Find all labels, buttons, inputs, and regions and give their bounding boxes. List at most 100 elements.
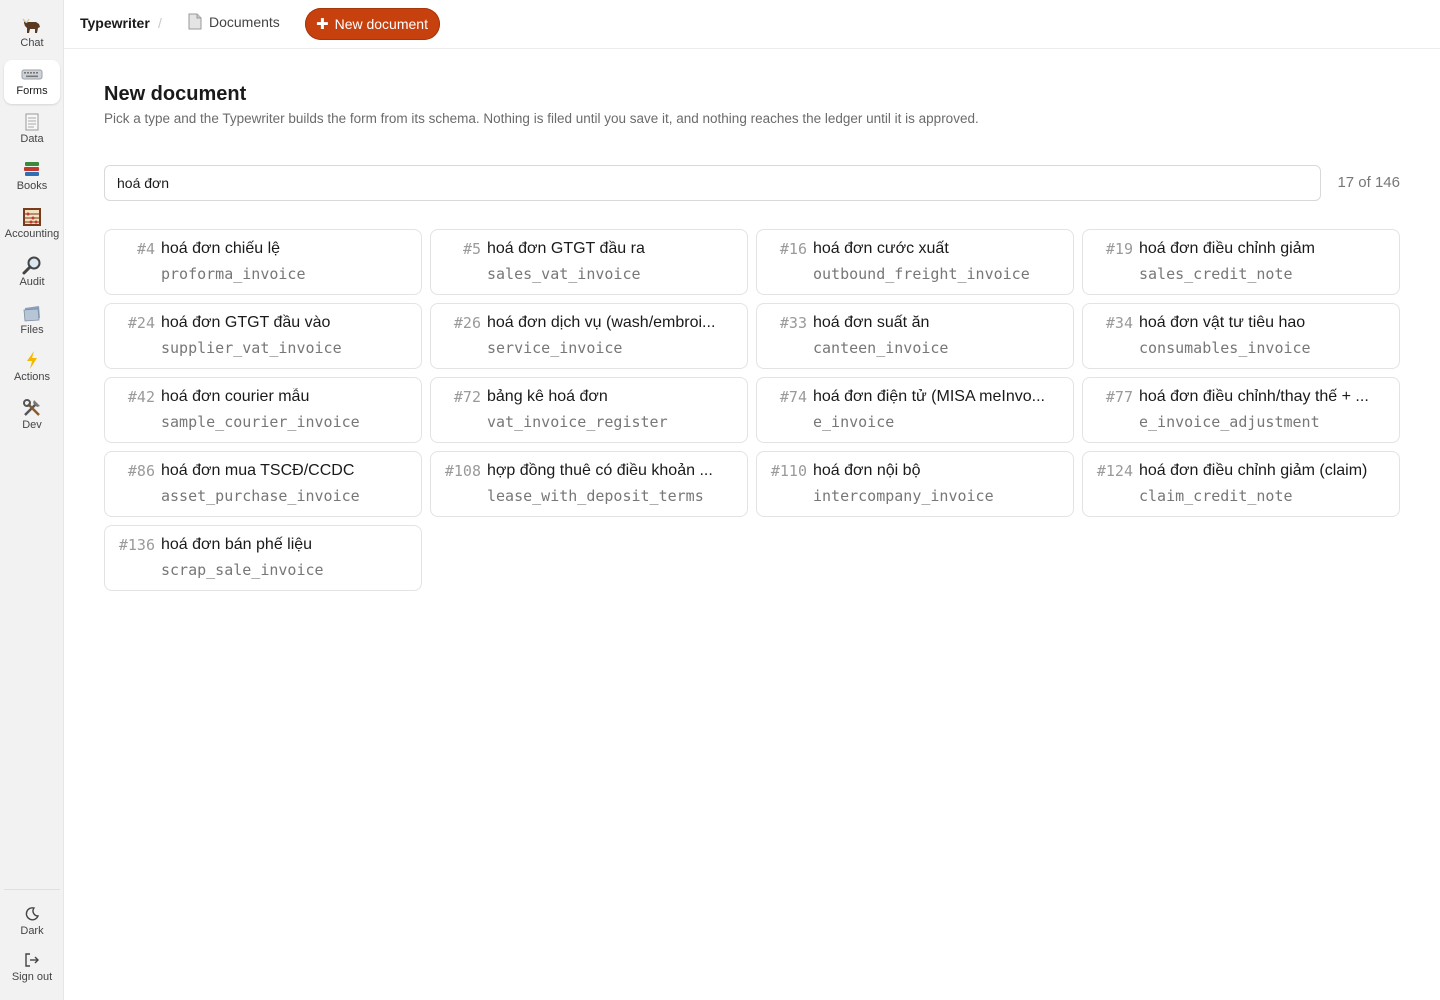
moon-icon: [24, 904, 40, 924]
books-icon: [23, 159, 41, 179]
card-title: hoá đơn mua TSCĐ/CCDC: [161, 462, 355, 479]
card-title: hoá đơn dịch vụ (wash/embroi...: [487, 314, 716, 331]
card-number: #74: [779, 388, 807, 406]
card-schema-key: claim_credit_note: [1139, 487, 1293, 505]
document-type-card[interactable]: #19 hoá đơn điều chỉnh giảm sales_credit_n…: [1082, 229, 1400, 295]
card-title: hoá đơn điều chỉnh giảm (claim): [1139, 462, 1368, 479]
sidebar-item-label: Forms: [16, 85, 48, 97]
card-schema-key: consumables_invoice: [1139, 339, 1311, 357]
document-type-card[interactable]: #136 hoá đơn bán phế liệu scrap_sale_invoi…: [104, 525, 422, 591]
page-title: New document: [104, 83, 247, 105]
sidebar: Chat Forms Data Books Accounting Audit F…: [0, 0, 64, 1000]
sidebar-divider: [4, 889, 60, 890]
breadcrumb-separator: /: [158, 15, 162, 31]
sidebar-item-books[interactable]: Books: [4, 155, 60, 199]
card-number: #24: [127, 314, 155, 332]
breadcrumb-documents[interactable]: Documents: [188, 13, 280, 30]
sidebar-item-label: Dark: [20, 925, 44, 937]
document-type-card[interactable]: #74 hoá đơn điện tử (MISA meInvo... e_invo…: [756, 377, 1074, 443]
search-input[interactable]: [104, 165, 1321, 201]
folder-icon: [22, 303, 42, 323]
sign-out-button[interactable]: Sign out: [4, 946, 60, 990]
result-count: 17 of 146: [1337, 174, 1400, 191]
sidebar-item-label: Books: [16, 180, 48, 192]
sign-out-icon: [24, 950, 40, 970]
sidebar-item-forms[interactable]: Forms: [4, 60, 60, 104]
card-title: hoá đơn điện tử (MISA meInvo...: [813, 388, 1045, 405]
document-type-card[interactable]: #77 hoá đơn điều chỉnh/thay thế + ... e_in…: [1082, 377, 1400, 443]
lightning-icon: [24, 350, 40, 370]
tools-icon: [22, 398, 42, 418]
sidebar-item-label: Data: [20, 133, 44, 145]
ox-icon: [22, 16, 42, 36]
sidebar-item-label: Sign out: [11, 971, 53, 983]
card-schema-key: lease_with_deposit_terms: [487, 487, 704, 505]
document-type-card[interactable]: #34 hoá đơn vật tư tiêu hao consumables_in…: [1082, 303, 1400, 369]
card-number: #42: [127, 388, 155, 406]
card-title: hợp đồng thuê có điều khoản ...: [487, 462, 713, 479]
document-type-card[interactable]: #26 hoá đơn dịch vụ (wash/embroi... servic…: [430, 303, 748, 369]
card-number: #26: [453, 314, 481, 332]
sidebar-item-audit[interactable]: Audit: [4, 251, 60, 295]
card-number: #72: [453, 388, 481, 406]
sidebar-item-dev[interactable]: Dev: [4, 394, 60, 438]
document-type-card[interactable]: #86 hoá đơn mua TSCĐ/CCDC asset_purchase_i…: [104, 451, 422, 517]
card-number: #136: [118, 536, 155, 554]
sidebar-item-files[interactable]: Files: [4, 299, 60, 343]
document-type-card[interactable]: #24 hoá đơn GTGT đầu vào supplier_vat_invo…: [104, 303, 422, 369]
document-type-card[interactable]: #33 hoá đơn suất ăn canteen_invoice: [756, 303, 1074, 369]
card-title: hoá đơn vật tư tiêu hao: [1139, 314, 1306, 331]
card-schema-key: supplier_vat_invoice: [161, 339, 342, 357]
sidebar-item-label: Chat: [20, 37, 44, 49]
sidebar-item-actions[interactable]: Actions: [4, 346, 60, 390]
topbar: Typewriter / Documents ✚ New document: [64, 0, 1440, 49]
card-schema-key: service_invoice: [487, 339, 623, 357]
new-document-label: New document: [334, 16, 428, 32]
card-title: hoá đơn GTGT đầu ra: [487, 240, 645, 257]
breadcrumb-documents-label: Documents: [209, 13, 280, 30]
document-type-card[interactable]: #110 hoá đơn nội bộ intercompany_invoice: [756, 451, 1074, 517]
ledger-icon: [24, 112, 40, 132]
document-type-card[interactable]: #72 bảng kê hoá đơn vat_invoice_register: [430, 377, 748, 443]
sidebar-item-label: Actions: [13, 371, 51, 383]
document-type-card[interactable]: #16 hoá đơn cước xuất outbound_freight_inv…: [756, 229, 1074, 295]
sidebar-item-chat[interactable]: Chat: [4, 12, 60, 56]
sidebar-item-data[interactable]: Data: [4, 108, 60, 152]
sidebar-item-label: Accounting: [4, 228, 60, 240]
document-type-card[interactable]: #42 hoá đơn courier mẫu sample_courier_inv…: [104, 377, 422, 443]
document-type-card[interactable]: #5 hoá đơn GTGT đầu ra sales_vat_invoice: [430, 229, 748, 295]
card-schema-key: e_invoice_adjustment: [1139, 413, 1320, 431]
document-type-card[interactable]: #108 hợp đồng thuê có điều khoản ... lease…: [430, 451, 748, 517]
card-title: hoá đơn điều chỉnh giảm: [1139, 240, 1315, 257]
card-number: #33: [779, 314, 807, 332]
page-subtitle: Pick a type and the Typewriter builds th…: [104, 111, 979, 126]
card-title: hoá đơn bán phế liệu: [161, 536, 313, 553]
card-schema-key: sample_courier_invoice: [161, 413, 360, 431]
card-number: #77: [1105, 388, 1133, 406]
document-icon: [188, 13, 202, 30]
card-number: #110: [770, 462, 807, 480]
card-schema-key: intercompany_invoice: [813, 487, 994, 505]
card-schema-key: asset_purchase_invoice: [161, 487, 360, 505]
abacus-icon: [22, 207, 42, 227]
card-number: #34: [1105, 314, 1133, 332]
card-title: bảng kê hoá đơn: [487, 388, 608, 405]
new-document-button[interactable]: ✚ New document: [305, 8, 440, 40]
card-number: #5: [462, 240, 481, 258]
card-number: #4: [136, 240, 155, 258]
card-title: hoá đơn cước xuất: [813, 240, 949, 257]
document-type-card[interactable]: #124 hoá đơn điều chỉnh giảm (claim) claim…: [1082, 451, 1400, 517]
card-title: hoá đơn điều chỉnh/thay thế + ...: [1139, 388, 1369, 405]
card-schema-key: sales_credit_note: [1139, 265, 1293, 283]
card-schema-key: canteen_invoice: [813, 339, 949, 357]
plus-icon: ✚: [316, 15, 329, 33]
card-title: hoá đơn GTGT đầu vào: [161, 314, 331, 331]
card-schema-key: sales_vat_invoice: [487, 265, 641, 283]
card-schema-key: outbound_freight_invoice: [813, 265, 1030, 283]
sidebar-item-accounting[interactable]: Accounting: [4, 203, 60, 247]
card-schema-key: e_invoice: [813, 413, 895, 431]
app-title[interactable]: Typewriter: [80, 15, 150, 31]
document-type-card[interactable]: #4 hoá đơn chiếu lệ proforma_invoice: [104, 229, 422, 295]
dark-mode-toggle[interactable]: Dark: [4, 900, 60, 944]
card-number: #108: [444, 462, 481, 480]
